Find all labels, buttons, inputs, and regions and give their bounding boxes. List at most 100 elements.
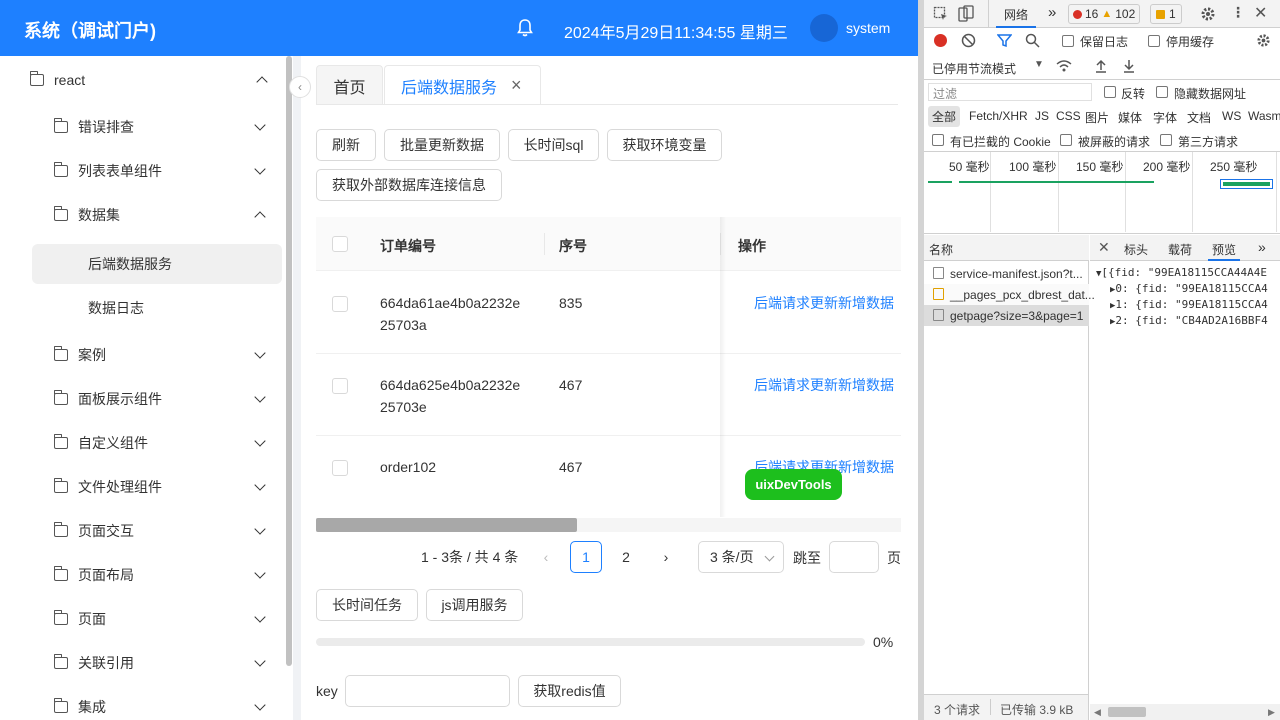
- sidebar-item-reference[interactable]: 关联引用: [53, 643, 266, 683]
- sidebar-scrollbar[interactable]: [286, 56, 292, 666]
- third-party-checkbox[interactable]: [1160, 134, 1172, 146]
- request-row[interactable]: service-manifest.json?t...: [924, 263, 1089, 284]
- request-row-selected[interactable]: getpage?size=3&page=1: [924, 305, 1089, 326]
- download-icon[interactable]: [1122, 59, 1136, 74]
- jump-page-input[interactable]: [829, 541, 879, 573]
- scroll-right-icon[interactable]: ▶: [1268, 707, 1275, 718]
- gear-icon[interactable]: [1200, 6, 1216, 22]
- backend-update-link[interactable]: 后端请求更新新增数据: [754, 374, 894, 396]
- type-filter-js[interactable]: JS: [1035, 109, 1049, 123]
- close-detail-icon[interactable]: ✕: [1098, 239, 1110, 256]
- select-all-checkbox[interactable]: [332, 236, 348, 252]
- js-service-button[interactable]: js调用服务: [426, 589, 523, 621]
- name-column-header[interactable]: 名称: [929, 241, 953, 258]
- preview-item[interactable]: ▶1: {fid: "99EA18115CCA4: [1110, 298, 1268, 311]
- sidebar-item-layout[interactable]: 页面布局: [53, 555, 266, 595]
- get-redis-button[interactable]: 获取redis值: [518, 675, 621, 707]
- scrollbar-thumb[interactable]: [1108, 707, 1146, 717]
- sidebar-item-custom[interactable]: 自定义组件: [53, 423, 266, 463]
- page-2-button[interactable]: 2: [610, 541, 642, 573]
- get-external-db-button[interactable]: 获取外部数据库连接信息: [316, 169, 502, 201]
- scroll-left-icon[interactable]: ◀: [1094, 707, 1101, 718]
- wifi-settings-icon[interactable]: [1056, 59, 1074, 74]
- issues-badge[interactable]: 1: [1150, 4, 1182, 24]
- sidebar-item-case[interactable]: 案例: [53, 335, 266, 375]
- disable-cache-checkbox[interactable]: [1148, 35, 1160, 47]
- timeline-overview[interactable]: 50 毫秒 100 毫秒 150 毫秒 200 毫秒 250 毫秒: [924, 152, 1280, 234]
- scrollbar-thumb[interactable]: [316, 518, 577, 532]
- error-warning-badge[interactable]: 16 ▲ 102: [1068, 4, 1141, 24]
- type-filter-all[interactable]: 全部: [928, 106, 961, 127]
- blocked-requests-checkbox[interactable]: [1060, 134, 1072, 146]
- sidebar-item-react[interactable]: react: [29, 60, 268, 100]
- type-filter-css[interactable]: CSS: [1056, 109, 1081, 123]
- upload-icon[interactable]: [1094, 59, 1108, 74]
- more-tabs-icon[interactable]: »: [1258, 239, 1266, 255]
- refresh-button[interactable]: 刷新: [316, 129, 376, 161]
- sidebar-item-dataset[interactable]: 数据集: [53, 195, 266, 235]
- type-filter-wasm[interactable]: Wasm: [1248, 109, 1280, 123]
- request-row[interactable]: __pages_pcx_dbrest_dat...: [924, 284, 1095, 305]
- sidebar-item-error-check[interactable]: 错误排查: [53, 107, 266, 147]
- get-env-button[interactable]: 获取环境变量: [607, 129, 722, 161]
- next-page-button[interactable]: ›: [650, 541, 682, 573]
- sidebar-item-page[interactable]: 页面: [53, 599, 266, 639]
- chevron-down-icon[interactable]: ▼: [1034, 59, 1044, 70]
- more-tabs-icon[interactable]: »: [1048, 4, 1056, 21]
- collapse-sidebar-button[interactable]: ‹: [289, 76, 311, 98]
- filter-icon[interactable]: [997, 33, 1012, 48]
- avatar[interactable]: [810, 14, 838, 42]
- user-name[interactable]: system: [846, 20, 890, 36]
- sidebar-subitem-data-log[interactable]: 数据日志: [32, 288, 282, 328]
- device-toolbar-icon[interactable]: [958, 5, 974, 23]
- key-input[interactable]: [345, 675, 510, 707]
- long-sql-button[interactable]: 长时间sql: [508, 129, 599, 161]
- sidebar-item-file[interactable]: 文件处理组件: [53, 467, 266, 507]
- batch-update-button[interactable]: 批量更新数据: [384, 129, 500, 161]
- backend-update-link[interactable]: 后端请求更新新增数据: [754, 292, 894, 314]
- clear-icon[interactable]: [961, 33, 976, 48]
- filter-input[interactable]: 过滤: [928, 83, 1092, 101]
- throttle-select[interactable]: 已停用节流模式: [932, 60, 1016, 77]
- prev-page-button[interactable]: ‹: [530, 541, 562, 573]
- search-icon[interactable]: [1025, 33, 1040, 48]
- type-filter-fetch[interactable]: Fetch/XHR: [969, 109, 1028, 123]
- tab-preview[interactable]: 预览: [1208, 235, 1241, 261]
- network-settings-icon[interactable]: [1256, 33, 1271, 48]
- preview-item[interactable]: ▶0: {fid: "99EA18115CCA4: [1110, 282, 1268, 295]
- type-filter-font[interactable]: 字体: [1153, 109, 1177, 126]
- table-horizontal-scrollbar[interactable]: [316, 518, 901, 532]
- type-filter-img[interactable]: 图片: [1085, 109, 1109, 126]
- preview-root[interactable]: ▼[{fid: "99EA18115CCA44A4E: [1096, 266, 1267, 279]
- invert-checkbox[interactable]: [1104, 86, 1116, 98]
- sidebar-item-integration[interactable]: 集成: [53, 687, 266, 720]
- tab-backend-service[interactable]: 后端数据服务 ×: [384, 65, 541, 105]
- notification-bell-icon[interactable]: [516, 18, 534, 38]
- page-size-select[interactable]: 3 条/页: [698, 541, 784, 573]
- type-filter-ws[interactable]: WS: [1222, 109, 1241, 123]
- preview-item[interactable]: ▶2: {fid: "CB4AD2A16BBF4: [1110, 314, 1268, 327]
- close-icon[interactable]: ×: [511, 75, 522, 96]
- preserve-log-checkbox[interactable]: [1062, 35, 1074, 47]
- type-filter-doc[interactable]: 文档: [1187, 109, 1211, 126]
- tab-home[interactable]: 首页: [316, 65, 383, 105]
- row-checkbox[interactable]: [332, 460, 348, 476]
- row-checkbox[interactable]: [332, 296, 348, 312]
- record-icon[interactable]: [934, 34, 947, 47]
- sidebar-item-interaction[interactable]: 页面交互: [53, 511, 266, 551]
- long-task-button[interactable]: 长时间任务: [316, 589, 418, 621]
- hide-data-urls-checkbox[interactable]: [1156, 86, 1168, 98]
- sidebar-item-list-form[interactable]: 列表表单组件: [53, 151, 266, 191]
- timeline-selection[interactable]: [1220, 179, 1273, 189]
- tab-network[interactable]: 网络: [996, 0, 1037, 28]
- blocked-cookies-checkbox[interactable]: [932, 134, 944, 146]
- tab-headers[interactable]: 标头: [1124, 241, 1148, 258]
- tab-payload[interactable]: 载荷: [1168, 241, 1192, 258]
- row-checkbox[interactable]: [332, 378, 348, 394]
- type-filter-media[interactable]: 媒体: [1118, 109, 1142, 126]
- inspect-element-icon[interactable]: [933, 6, 949, 22]
- preview-horizontal-scrollbar[interactable]: ◀ ▶: [1090, 704, 1280, 720]
- more-options-icon[interactable]: ⋮: [1231, 4, 1245, 21]
- sidebar-item-panel[interactable]: 面板展示组件: [53, 379, 266, 419]
- sidebar-subitem-backend-service[interactable]: 后端数据服务: [32, 244, 282, 284]
